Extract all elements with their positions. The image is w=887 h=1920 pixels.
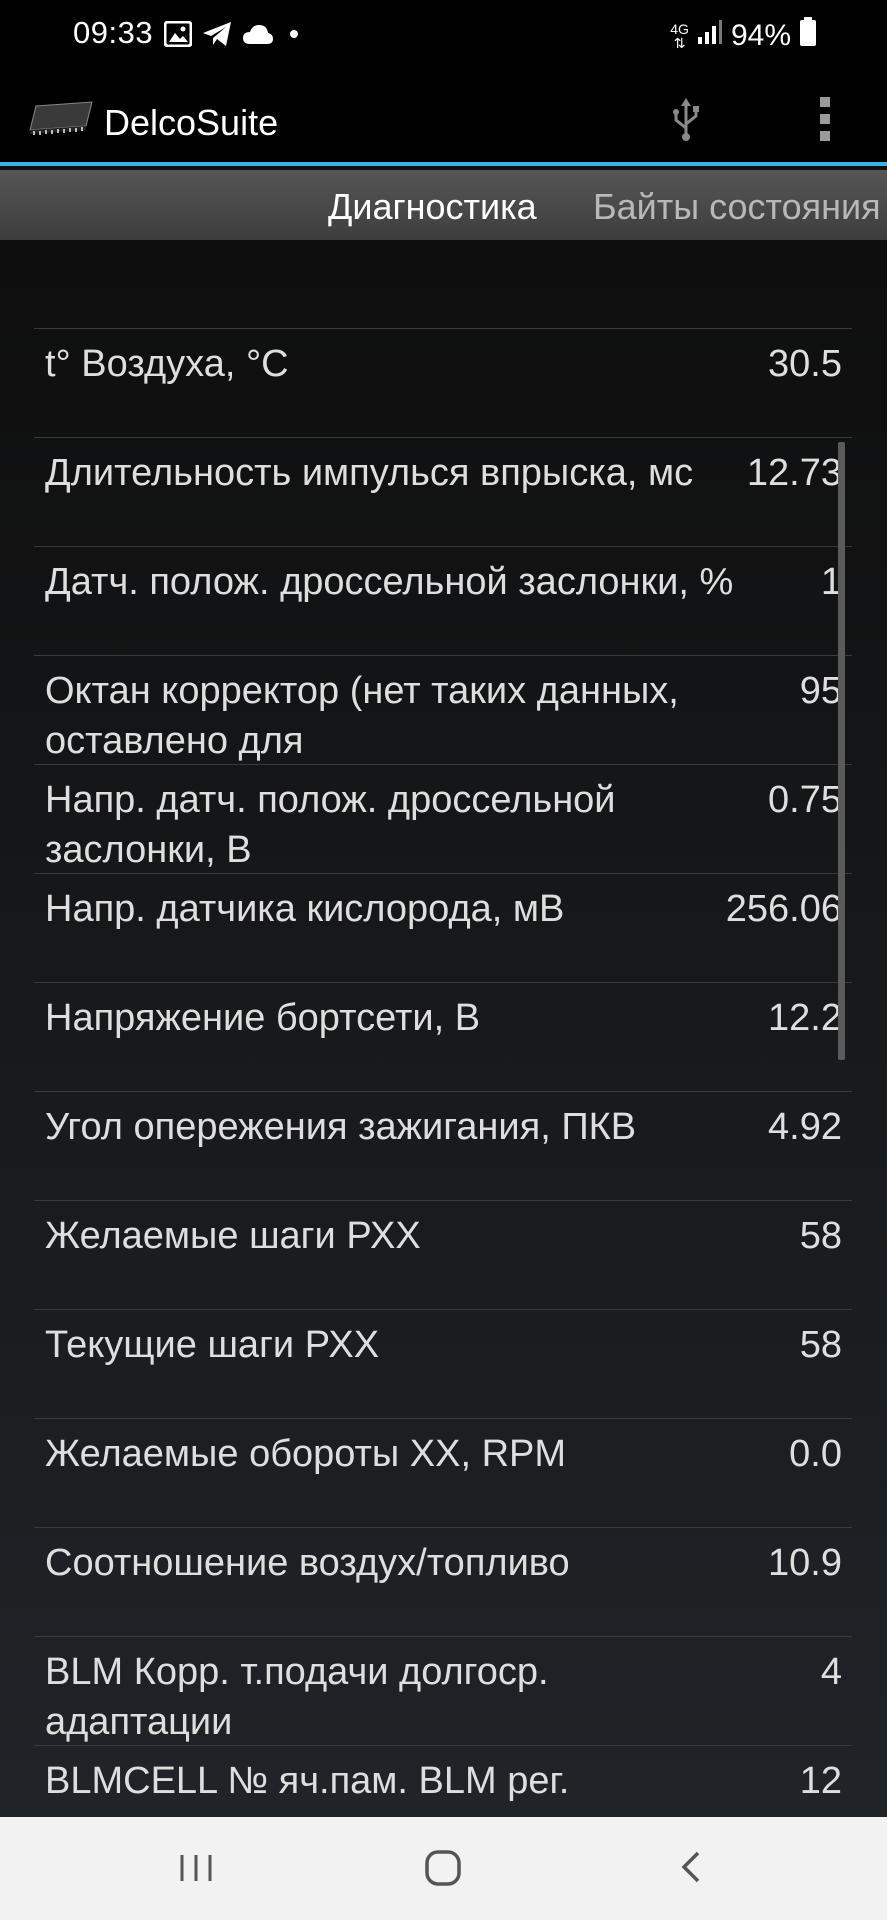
param-value: 95 — [799, 670, 842, 712]
chip-logo-icon — [26, 100, 94, 141]
param-value: 12 — [799, 1760, 842, 1802]
list-item: Напр. датчика кислорода, мВ 256.06 — [34, 873, 852, 982]
param-value: 12.73 — [746, 452, 842, 494]
list-item: Датч. полож. дроссельной заслонки, % 1 — [34, 546, 852, 655]
param-value: 30.5 — [768, 343, 842, 385]
param-name: Длительность импулься впрыска, мс — [45, 452, 694, 494]
back-icon[interactable] — [676, 1847, 706, 1892]
param-value: 10.9 — [768, 1542, 842, 1584]
param-name: Соотношение воздух/топливо — [45, 1542, 570, 1584]
network-type: 4G ⇅ — [670, 21, 689, 51]
system-icons: 4G ⇅ 94% — [670, 17, 817, 55]
system-nav-bar — [0, 1817, 887, 1920]
param-value: 0.75 — [768, 779, 842, 821]
param-name: Напр. датчика кислорода, мВ — [45, 888, 565, 930]
parameter-list-container: t° Воздуха, °C 30.5 Длительность импульс… — [0, 240, 887, 1817]
signal-icon — [697, 19, 723, 53]
app-title: DelcoSuite — [104, 102, 279, 143]
list-item: BLMCELL № яч.пам. BLM рег. 12 — [34, 1745, 852, 1817]
param-value: 0.0 — [789, 1433, 842, 1475]
action-bar: DelcoSuite — [0, 70, 887, 166]
data-arrows-icon: ⇅ — [673, 35, 686, 51]
tab-status-bytes[interactable]: Байты состояния — [593, 186, 881, 228]
param-name: Октан корректор (нет таких данных, остав… — [45, 670, 679, 762]
param-name: Угол опережения зажигания, ПКВ — [45, 1106, 637, 1148]
list-item: Текущие шаги РХХ 58 — [34, 1309, 852, 1418]
recent-apps-icon[interactable] — [178, 1847, 214, 1892]
param-name: Напр. датч. полож. дроссельной заслонки,… — [45, 779, 616, 871]
battery-icon — [799, 17, 817, 55]
list-item: Желаемые шаги РХХ 58 — [34, 1200, 852, 1309]
list-item: t° Воздуха, °C 30.5 — [34, 328, 852, 437]
list-item: BLM Корр. т.подачи долгоср. адаптации 4 — [34, 1636, 852, 1745]
param-name: t° Воздуха, °C — [45, 343, 289, 385]
list-item: Соотношение воздух/топливо 10.9 — [34, 1527, 852, 1636]
cloud-icon — [242, 23, 274, 50]
gallery-icon — [163, 20, 193, 52]
param-name: BLM Корр. т.подачи долгоср. адаптации — [45, 1651, 549, 1743]
status-time: 09:33 — [73, 15, 154, 50]
list-item: Желаемые обороты ХХ, RPM 0.0 — [34, 1418, 852, 1527]
telegram-icon — [202, 20, 232, 53]
list-item: Длительность импулься впрыска, мс 12.73 — [34, 437, 852, 546]
param-value: 58 — [799, 1215, 842, 1257]
tab-diagnostics[interactable]: Диагностика — [328, 186, 537, 228]
list-item: Напр. датч. полож. дроссельной заслонки,… — [34, 764, 852, 873]
param-name: Напряжение бортсети, В — [45, 997, 481, 1039]
param-name: Текущие шаги РХХ — [45, 1324, 380, 1366]
list-item: Октан корректор (нет таких данных, остав… — [34, 655, 852, 764]
usb-icon[interactable] — [668, 98, 704, 147]
scroll-indicator[interactable] — [838, 442, 845, 1060]
parameter-list[interactable]: t° Воздуха, °C 30.5 Длительность импульс… — [34, 328, 852, 1817]
overflow-menu-icon[interactable] — [818, 97, 832, 143]
list-item: Напряжение бортсети, В 12.2 — [34, 982, 852, 1091]
home-icon[interactable] — [423, 1847, 463, 1892]
notification-icons — [163, 20, 304, 53]
action-bar-accent — [0, 162, 887, 166]
param-name: BLMCELL № яч.пам. BLM рег. — [45, 1760, 570, 1802]
list-item: Угол опережения зажигания, ПКВ 4.92 — [34, 1091, 852, 1200]
battery-percent: 94% — [730, 19, 791, 52]
tab-strip: Диагностика Байты состояния — [0, 170, 887, 240]
param-value: 58 — [799, 1324, 842, 1366]
dot-icon — [284, 24, 304, 49]
param-name: Желаемые обороты ХХ, RPM — [45, 1433, 567, 1475]
param-value: 4.92 — [768, 1106, 842, 1148]
param-value: 12.2 — [768, 997, 842, 1039]
param-value: 256.06 — [725, 888, 842, 930]
status-bar: 09:33 4G ⇅ 94% — [0, 0, 887, 70]
param-value: 4 — [820, 1651, 842, 1693]
param-name: Датч. полож. дроссельной заслонки, % — [45, 561, 734, 603]
param-name: Желаемые шаги РХХ — [45, 1215, 421, 1257]
